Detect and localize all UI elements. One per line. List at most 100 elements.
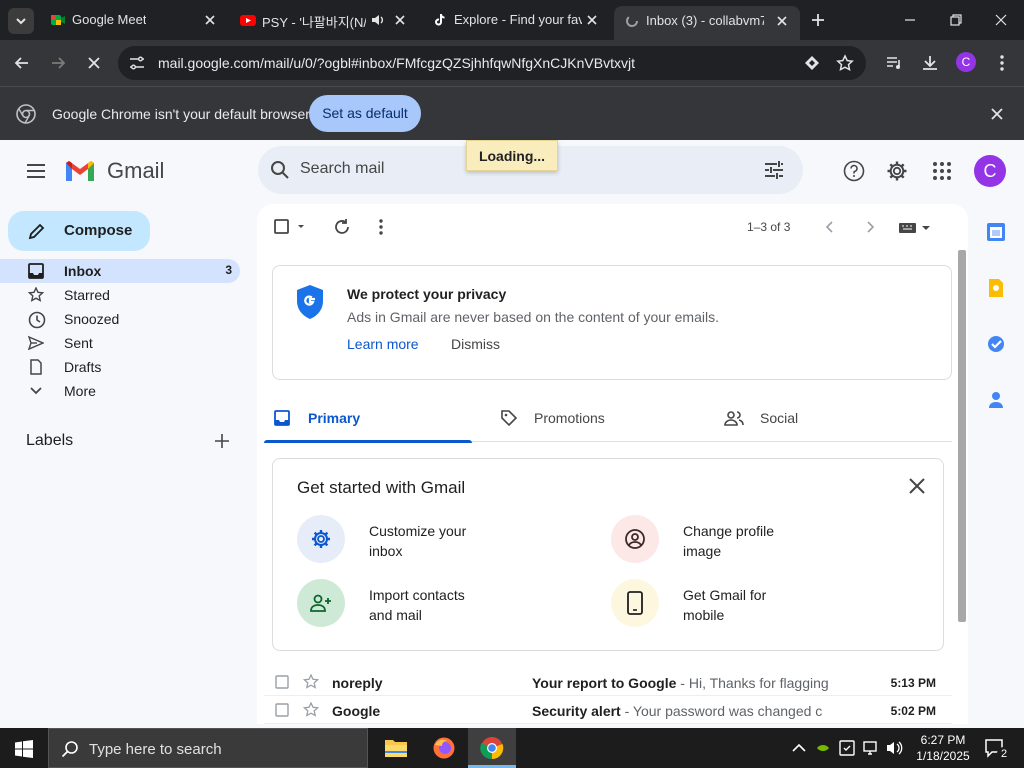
gear-icon[interactable]	[886, 160, 908, 182]
main-menu-icon[interactable]	[26, 162, 46, 180]
search-icon[interactable]	[270, 160, 290, 180]
email-subject-line: Security alert - Your password was chang…	[532, 703, 842, 719]
default-browser-infobar: Google Chrome isn't your default browser…	[0, 86, 1024, 140]
tasks-icon[interactable]	[986, 334, 1006, 354]
help-icon[interactable]	[843, 160, 865, 182]
customize-inbox-label[interactable]: Customize your inbox	[369, 521, 499, 561]
pagination-range[interactable]: 1–3 of 3	[747, 220, 790, 234]
account-avatar[interactable]: C	[974, 155, 1006, 187]
contacts-icon[interactable]	[986, 390, 1006, 410]
close-window-icon[interactable]	[993, 12, 1009, 28]
volume-icon[interactable]	[886, 740, 904, 756]
email-subject-line: Your report to Google - Hi, Thanks for f…	[532, 675, 842, 691]
chevron-up-icon[interactable]	[792, 742, 806, 754]
search-input[interactable]: Search mail	[300, 160, 384, 178]
forward-icon[interactable]	[48, 53, 68, 73]
chrome-app[interactable]	[468, 728, 516, 768]
stop-loading-icon[interactable]	[84, 53, 104, 73]
email-row[interactable]: Google Security alert - Your password wa…	[264, 696, 952, 724]
more-vert-icon[interactable]	[372, 218, 390, 236]
speaker-icon[interactable]	[370, 12, 386, 28]
network-icon[interactable]	[863, 740, 881, 756]
person-add-icon	[310, 594, 331, 612]
tab-primary[interactable]: Primary	[264, 398, 472, 443]
firefox-app[interactable]	[420, 728, 468, 768]
tab-tiktok[interactable]: Explore - Find your fav	[422, 0, 610, 40]
star-icon[interactable]	[303, 702, 319, 718]
close-icon[interactable]	[990, 107, 1004, 121]
close-icon[interactable]	[392, 12, 408, 28]
customize-inbox-button[interactable]	[297, 515, 345, 563]
sidebar-item-inbox[interactable]: Inbox 3	[0, 259, 240, 283]
sidebar-item-sent[interactable]: Sent	[0, 331, 240, 355]
apps-grid-icon[interactable]	[931, 160, 953, 182]
address-bar[interactable]: mail.google.com/mail/u/0/?ogbl#inbox/FMf…	[118, 46, 866, 80]
sidebar-item-starred[interactable]: Starred	[0, 283, 240, 307]
people-icon	[724, 411, 744, 426]
close-icon[interactable]	[774, 13, 790, 29]
sidebar-item-more[interactable]: More	[0, 379, 240, 403]
get-gmail-mobile-label[interactable]: Get Gmail for mobile	[683, 585, 813, 625]
inbox-icon	[274, 410, 290, 426]
sidebar-item-drafts[interactable]: Drafts	[0, 355, 240, 379]
add-label-icon[interactable]	[214, 433, 230, 449]
tab-promotions[interactable]: Promotions	[488, 398, 696, 442]
chevron-right-icon[interactable]	[862, 219, 878, 235]
gmail-wordmark[interactable]: Gmail	[107, 158, 164, 184]
nvidia-icon[interactable]	[816, 742, 830, 754]
firefox-icon	[433, 737, 455, 759]
calendar-icon[interactable]	[986, 222, 1006, 242]
profile-avatar[interactable]: C	[956, 52, 976, 72]
bookmark-star-icon[interactable]	[836, 54, 854, 72]
dismiss-button[interactable]: Dismiss	[451, 336, 500, 352]
set-as-default-button[interactable]: Set as default	[309, 95, 421, 132]
search-options-icon[interactable]	[763, 160, 785, 180]
change-profile-image-label[interactable]: Change profile image	[683, 521, 813, 561]
windows-start-icon[interactable]	[15, 740, 33, 758]
get-gmail-mobile-button[interactable]	[611, 579, 659, 627]
change-profile-image-button[interactable]	[611, 515, 659, 563]
site-settings-icon[interactable]	[128, 54, 146, 72]
refresh-icon[interactable]	[333, 218, 351, 236]
gmail-logo[interactable]	[64, 158, 96, 184]
email-row[interactable]: noreply Your report to Google - Hi, Than…	[264, 668, 952, 696]
close-icon[interactable]	[202, 12, 218, 28]
import-contacts-label[interactable]: Import contacts and mail	[369, 585, 499, 625]
sidebar-item-label: Sent	[64, 335, 93, 351]
tab-google-meet[interactable]: Google Meet	[40, 0, 230, 40]
taskbar-search-box[interactable]: Type here to search	[48, 728, 368, 768]
import-contacts-button[interactable]	[297, 579, 345, 627]
close-icon[interactable]	[909, 478, 925, 494]
restore-icon[interactable]	[948, 12, 964, 28]
tab-youtube[interactable]: PSY - '나팔바지(N/	[230, 0, 418, 40]
chevron-left-icon[interactable]	[822, 219, 838, 235]
download-icon[interactable]	[920, 53, 940, 73]
sidebar-item-label: Drafts	[64, 359, 102, 375]
keyboard-input-icon[interactable]	[898, 220, 932, 236]
tab-gmail-inbox[interactable]: Inbox (3) - collabvm7	[614, 6, 800, 40]
email-sender: Google	[332, 703, 381, 719]
new-tab-icon[interactable]	[810, 12, 826, 28]
media-control-icon[interactable]	[884, 53, 904, 73]
tab-search-button[interactable]	[8, 8, 34, 34]
more-vert-icon[interactable]	[992, 53, 1012, 73]
minimize-icon[interactable]	[902, 12, 918, 28]
lens-icon[interactable]	[804, 55, 820, 71]
defender-icon[interactable]	[839, 739, 855, 757]
row-checkbox[interactable]	[275, 675, 289, 689]
tab-social[interactable]: Social	[712, 398, 920, 442]
select-all-checkbox[interactable]	[274, 219, 306, 235]
keep-icon[interactable]	[986, 278, 1006, 298]
sidebar-item-snoozed[interactable]: Snoozed	[0, 307, 240, 331]
taskbar-search-input[interactable]: Type here to search	[89, 741, 222, 758]
star-icon[interactable]	[303, 674, 319, 690]
row-checkbox[interactable]	[275, 703, 289, 717]
scrollbar-thumb[interactable]	[958, 250, 966, 622]
learn-more-link[interactable]: Learn more	[347, 336, 419, 352]
close-icon[interactable]	[584, 12, 600, 28]
back-icon[interactable]	[12, 53, 32, 73]
file-explorer-app[interactable]	[372, 728, 420, 768]
system-clock[interactable]: 6:27 PM 1/18/2025	[915, 732, 971, 764]
gs-line: image	[683, 543, 722, 559]
compose-button[interactable]: Compose	[8, 211, 150, 251]
